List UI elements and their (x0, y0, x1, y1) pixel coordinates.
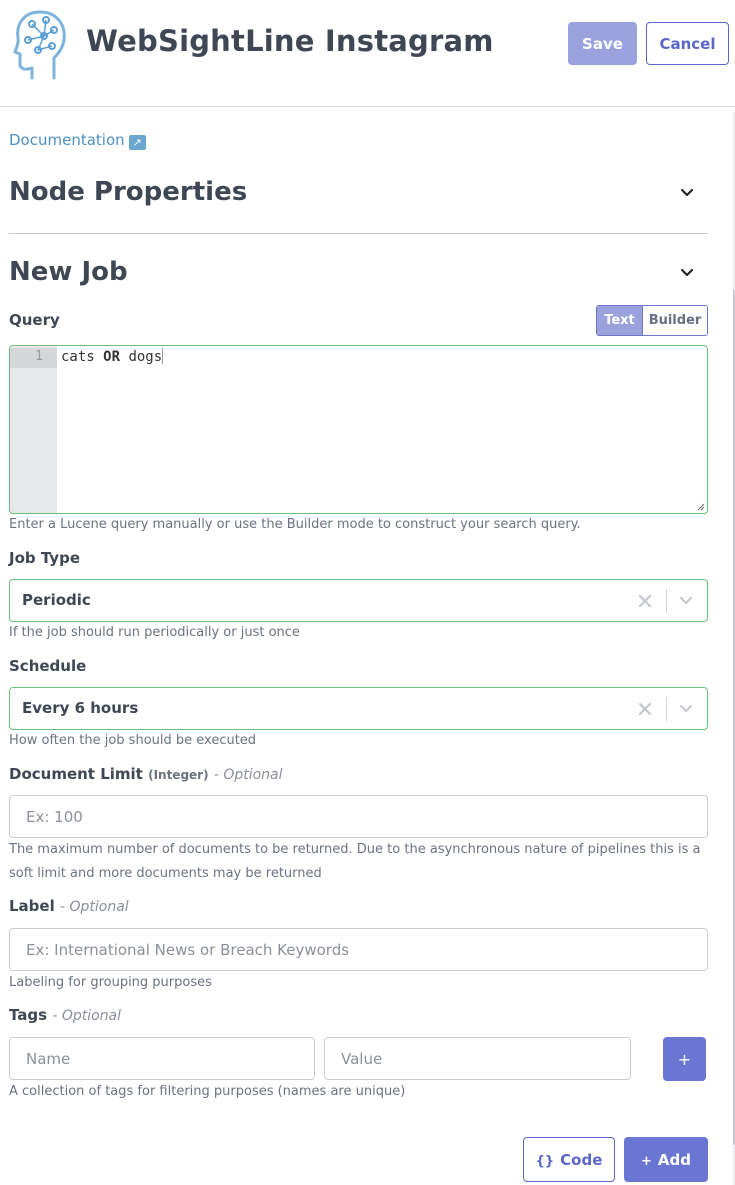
add-button[interactable]: + Add (624, 1137, 708, 1182)
node-properties-heading: Node Properties (9, 177, 248, 207)
tags-label: Tags - Optional (9, 1006, 121, 1024)
chevron-down-icon[interactable] (678, 593, 694, 609)
label-input[interactable] (9, 928, 708, 971)
schedule-select[interactable]: Every 6 hours (9, 687, 708, 730)
query-mode-builder[interactable]: Builder (642, 306, 707, 335)
code-term: cats (61, 349, 104, 365)
document-limit-label: Document Limit (Integer) - Optional (9, 765, 283, 783)
query-mode-toggle: Text Builder (596, 305, 708, 336)
resize-handle-icon[interactable] (697, 503, 705, 511)
schedule-value: Every 6 hours (22, 699, 139, 717)
chevron-down-icon[interactable] (679, 265, 695, 281)
code-button-label: Code (560, 1150, 603, 1169)
line-number: 1 (35, 349, 43, 364)
external-link-icon: ↗ (128, 135, 146, 150)
document-limit-type: (Integer) (148, 768, 209, 782)
document-limit-input[interactable] (9, 795, 708, 838)
clear-icon[interactable] (636, 592, 654, 610)
chevron-down-icon[interactable] (679, 185, 695, 201)
code-keyword: OR (103, 349, 121, 365)
save-button[interactable]: Save (568, 22, 637, 65)
job-type-label: Job Type (9, 549, 80, 567)
code-term: dogs (120, 349, 163, 365)
label-field-label: Label - Optional (9, 897, 129, 915)
label-field-label-text: Label (9, 897, 55, 915)
documentation-link[interactable]: Documentation ↗ (9, 131, 146, 150)
query-code[interactable]: cats OR dogs (61, 348, 164, 365)
schedule-label: Schedule (9, 657, 87, 675)
plus-icon: + (641, 1153, 652, 1169)
section-divider (9, 233, 708, 234)
document-limit-help-text: The maximum number of documents to be re… (9, 842, 701, 881)
add-button-label: Add (657, 1150, 691, 1169)
clear-icon[interactable] (636, 700, 654, 718)
cancel-button[interactable]: Cancel (646, 22, 729, 65)
query-editor[interactable]: 1 cats OR dogs (9, 345, 708, 514)
document-limit-label-text: Document Limit (9, 765, 143, 783)
editor-gutter: 1 (10, 346, 57, 513)
code-button[interactable]: {} Code (523, 1137, 615, 1182)
optional-marker: - Optional (59, 899, 129, 915)
app-title: WebSightLine Instagram (86, 24, 494, 58)
optional-marker: - Optional (213, 767, 283, 783)
tag-value-input[interactable] (324, 1037, 631, 1080)
query-help-text: Enter a Lucene query manually or use the… (9, 517, 581, 532)
select-separator (666, 589, 667, 613)
code-icon: {} (535, 1153, 555, 1169)
head-circuit-icon (13, 10, 66, 80)
select-separator (666, 697, 667, 721)
label-help-text: Labeling for grouping purposes (9, 975, 212, 990)
job-type-select[interactable]: Periodic (9, 579, 708, 622)
documentation-link-label: Documentation (9, 131, 125, 149)
query-mode-text[interactable]: Text (597, 306, 642, 335)
new-job-heading: New Job (9, 257, 128, 287)
schedule-help-text: How often the job should be executed (9, 733, 257, 748)
tag-name-input[interactable] (9, 1037, 315, 1080)
tags-help-text: A collection of tags for filtering purpo… (9, 1084, 406, 1099)
query-label: Query (9, 311, 60, 329)
job-type-value: Periodic (22, 591, 91, 609)
optional-marker: - Optional (52, 1008, 122, 1024)
app-header: WebSightLine Instagram Save Cancel (0, 0, 735, 107)
tags-label-text: Tags (9, 1006, 48, 1024)
text-caret (162, 348, 164, 364)
add-tag-button[interactable]: + (663, 1037, 706, 1081)
chevron-down-icon[interactable] (678, 701, 694, 717)
job-type-help-text: If the job should run periodically or ju… (9, 625, 300, 640)
